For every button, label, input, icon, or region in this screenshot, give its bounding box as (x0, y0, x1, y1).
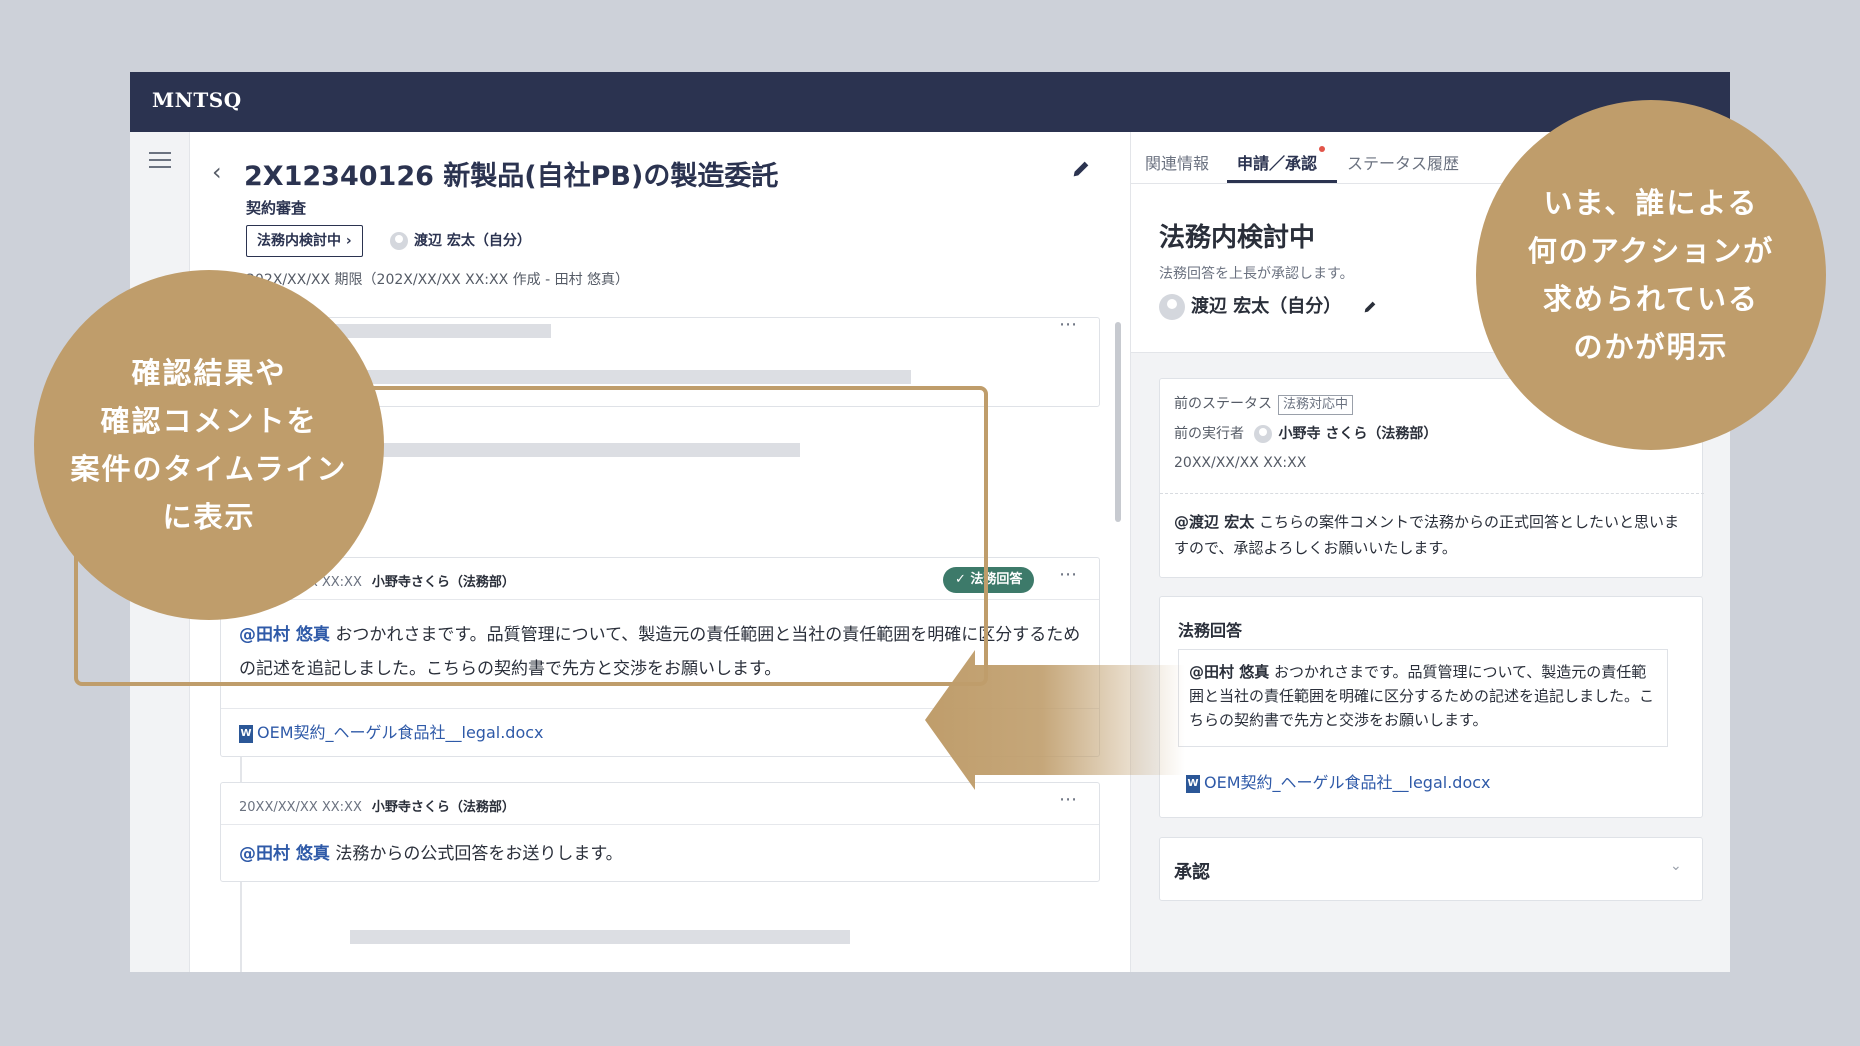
tab-related-info[interactable]: 関連情報 (1145, 150, 1209, 174)
avatar (1159, 294, 1185, 320)
card-body: @田村 悠真 おつかれさまです。品質管理について、製造元の責任範囲と当社の責任範… (221, 600, 1099, 704)
tab-request-approval[interactable]: 申請／承認 (1237, 150, 1317, 174)
callout-bubble-right: いま、誰による 何のアクションが 求められている のかが明示 (1476, 100, 1826, 450)
current-assignee[interactable]: 渡辺 宏太（自分） (1159, 292, 1378, 322)
skeleton-line (370, 443, 800, 457)
more-icon[interactable]: ⋯ (1059, 789, 1078, 810)
word-file-icon: W (239, 724, 253, 743)
prev-actor-label: 前の実行者 (1174, 426, 1244, 442)
prev-comment: @渡辺 宏太 こちらの案件コメントで法務からの正式回答としたいと思いますので、承… (1174, 509, 1688, 561)
card-text: 法務からの公式回答をお送りします。 (329, 844, 623, 864)
divider (1160, 493, 1704, 494)
prev-actor: 小野寺 さくら（法務部） (1278, 426, 1438, 442)
assignee-name: 渡辺 宏太（自分） (1191, 296, 1342, 317)
attachment-name: OEM契約_ヘーゲル食品社__legal.docx (257, 723, 544, 742)
legal-answer-quote: @田村 悠真 おつかれさまです。品質管理について、製造元の責任範囲と当社の責任範… (1178, 649, 1668, 747)
prev-status-label: 前のステータス (1174, 396, 1272, 412)
timeline-card: 20XX/XX/XX XX:XX小野寺さくら（法務部） ✓ 法務回答 ⋯ @田村… (220, 557, 1100, 757)
more-icon[interactable]: ⋯ (1059, 314, 1078, 335)
attachment-link[interactable]: W OEM契約_ヘーゲル食品社__legal.docx (221, 708, 1099, 753)
card-author: 小野寺さくら（法務部） (371, 800, 515, 815)
card-header: 20XX/XX/XX XX:XX 小野寺さくら（法務部） ⋯ (221, 783, 1099, 825)
card-time: 20XX/XX/XX XX:XX (239, 800, 362, 815)
mention-link[interactable]: @田村 悠真 (239, 625, 330, 645)
prev-status-tag: 法務対応中 (1278, 395, 1354, 415)
app-logo[interactable]: MNTSQ (152, 88, 242, 112)
pencil-icon[interactable] (1362, 299, 1378, 315)
callout-bubble-left: 確認結果や 確認コメントを 案件のタイムライン に表示 (34, 270, 384, 620)
notification-dot (1319, 146, 1325, 152)
top-bar: MNTSQ (130, 72, 1730, 132)
skeleton-line (331, 324, 551, 338)
card-body: @田村 悠真 法務からの公式回答をお送りします。 (221, 825, 1099, 883)
attachment-link[interactable]: W OEM契約_ヘーゲル食品社__legal.docx (1186, 769, 1491, 793)
current-status: 法務内検討中 (1159, 223, 1316, 253)
scrollbar[interactable] (1115, 322, 1121, 522)
word-file-icon: W (1186, 774, 1200, 793)
status-dropdown[interactable]: 法務内検討中 › (246, 225, 363, 257)
deadline-info: 202X/XX/XX 期限（202X/XX/XX XX:XX 作成 - 田村 悠… (246, 272, 630, 288)
legal-answer-title: 法務回答 (1178, 621, 1243, 640)
skeleton-line (350, 930, 850, 944)
prev-time: 20XX/XX/XX XX:XX (1174, 455, 1307, 471)
mention-link[interactable]: @田村 悠真 (1189, 663, 1269, 681)
page-title: 2X12340126 新製品(自社PB)の製造委託 (244, 161, 779, 192)
case-type: 契約審査 (246, 199, 307, 217)
card-text: おつかれさまです。品質管理について、製造元の責任範囲と当社の責任範囲を明確に区分… (239, 625, 1081, 679)
attachment-name: OEM契約_ヘーゲル食品社__legal.docx (1204, 773, 1491, 792)
mention-link[interactable]: @渡辺 宏太 (1174, 513, 1254, 531)
timeline-card: 20XX/XX/XX XX:XX 小野寺さくら（法務部） ⋯ @田村 悠真 法務か… (220, 782, 1100, 882)
chevron-down-icon: ⌄ (1670, 858, 1682, 874)
avatar (390, 232, 408, 250)
active-tab-indicator (1227, 180, 1337, 183)
more-icon[interactable]: ⋯ (1059, 564, 1078, 585)
approval-section[interactable]: 承認 ⌄ (1159, 837, 1703, 901)
card-author: 小野寺さくら（法務部） (371, 575, 515, 590)
approval-title: 承認 (1174, 862, 1210, 883)
menu-icon[interactable] (149, 152, 171, 168)
skeleton-line (331, 370, 911, 384)
mention-link[interactable]: @田村 悠真 (239, 844, 330, 864)
pencil-icon[interactable] (1070, 158, 1092, 180)
chevron-left-icon[interactable]: ‹ (212, 158, 222, 186)
assignee[interactable]: 渡辺 宏太（自分） (390, 227, 531, 255)
card-header: 20XX/XX/XX XX:XX小野寺さくら（法務部） ✓ 法務回答 ⋯ (221, 558, 1099, 600)
assignee-name: 渡辺 宏太（自分） (414, 233, 531, 249)
tab-status-history[interactable]: ステータス履歴 (1347, 150, 1459, 174)
legal-answer-card: 法務回答 @田村 悠真 おつかれさまです。品質管理について、製造元の責任範囲と当… (1159, 596, 1703, 818)
avatar (1254, 425, 1273, 443)
status-description: 法務回答を上長が承認します。 (1159, 266, 1354, 282)
legal-answer-badge: ✓ 法務回答 (943, 567, 1035, 593)
